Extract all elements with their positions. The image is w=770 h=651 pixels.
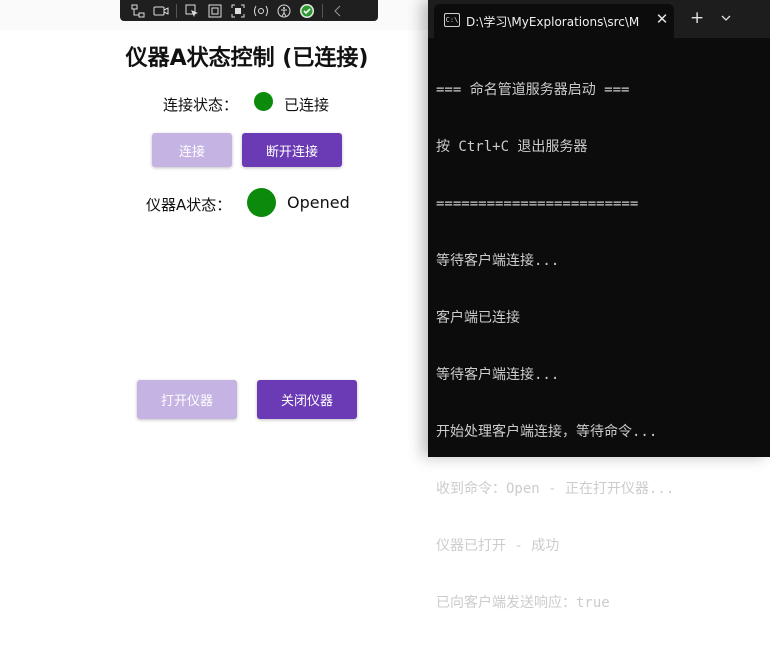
terminal-tab-title: D:\学习\MyExplorations\src\M (466, 15, 640, 29)
toolbar-separator (176, 3, 177, 18)
terminal-tab[interactable]: C:\ D:\学习\MyExplorations\src\M ✕ (434, 4, 674, 38)
hot-reload-icon[interactable] (253, 3, 269, 19)
terminal-line: 开始处理客户端连接，等待命令... (436, 424, 658, 440)
disconnect-button[interactable]: 断开连接 (242, 133, 342, 167)
display-adorners-icon[interactable] (207, 3, 223, 19)
new-tab-icon[interactable]: + (690, 9, 704, 27)
element-tree-icon[interactable] (130, 3, 146, 19)
select-element-icon[interactable] (184, 3, 200, 19)
video-icon[interactable] (153, 3, 169, 19)
accessibility-icon[interactable] (276, 3, 292, 19)
track-focus-icon[interactable] (230, 3, 246, 19)
terminal-line: 等待客户端连接... (436, 367, 560, 383)
debug-toolbar (120, 0, 378, 21)
page-title: 仪器A状态控制 (已连接) (125, 46, 369, 71)
connection-status-value: 已连接 (284, 96, 330, 114)
instrument-status-indicator (247, 188, 276, 217)
terminal-tab-bar: C:\ D:\学习\MyExplorations\src\M ✕ + (428, 0, 770, 38)
close-instrument-button[interactable]: 关闭仪器 (257, 380, 357, 419)
chevron-left-icon[interactable] (330, 3, 346, 19)
terminal-line: 收到命令：Open - 正在打开仪器... (436, 481, 675, 497)
chevron-down-icon[interactable] (720, 9, 734, 27)
connection-status-label: 连接状态： (163, 96, 239, 114)
close-icon[interactable]: ✕ (654, 10, 670, 28)
terminal-line: 已向客户端发送响应：true (436, 595, 610, 611)
terminal-line: 客户端已连接 (436, 310, 520, 326)
connection-status-indicator (254, 92, 273, 111)
terminal-line: === 命名管道服务器启动 === (436, 82, 630, 98)
open-instrument-button[interactable]: 打开仪器 (137, 380, 237, 419)
terminal-line: 仪器已打开 - 成功 (436, 538, 560, 554)
toolbar-separator (322, 3, 323, 18)
terminal-window: C:\ D:\学习\MyExplorations\src\M ✕ + === 命… (428, 0, 770, 611)
terminal-line: 按 Ctrl+C 退出服务器 (436, 139, 588, 155)
terminal-line: 等待客户端连接... (436, 253, 560, 269)
console-icon: C:\ (444, 13, 460, 27)
connect-button[interactable]: 连接 (152, 133, 232, 167)
terminal-line: ======================== (436, 196, 639, 212)
instrument-control-window: 仪器A状态控制 (已连接) 连接状态： 已连接 连接 断开连接 仪器A状态： O… (0, 0, 430, 457)
check-ok-icon[interactable] (299, 3, 315, 19)
instrument-status-value: Opened (287, 193, 350, 212)
terminal-output: === 命名管道服务器启动 === 按 Ctrl+C 退出服务器 =======… (436, 43, 766, 651)
instrument-status-label: 仪器A状态： (146, 196, 232, 214)
